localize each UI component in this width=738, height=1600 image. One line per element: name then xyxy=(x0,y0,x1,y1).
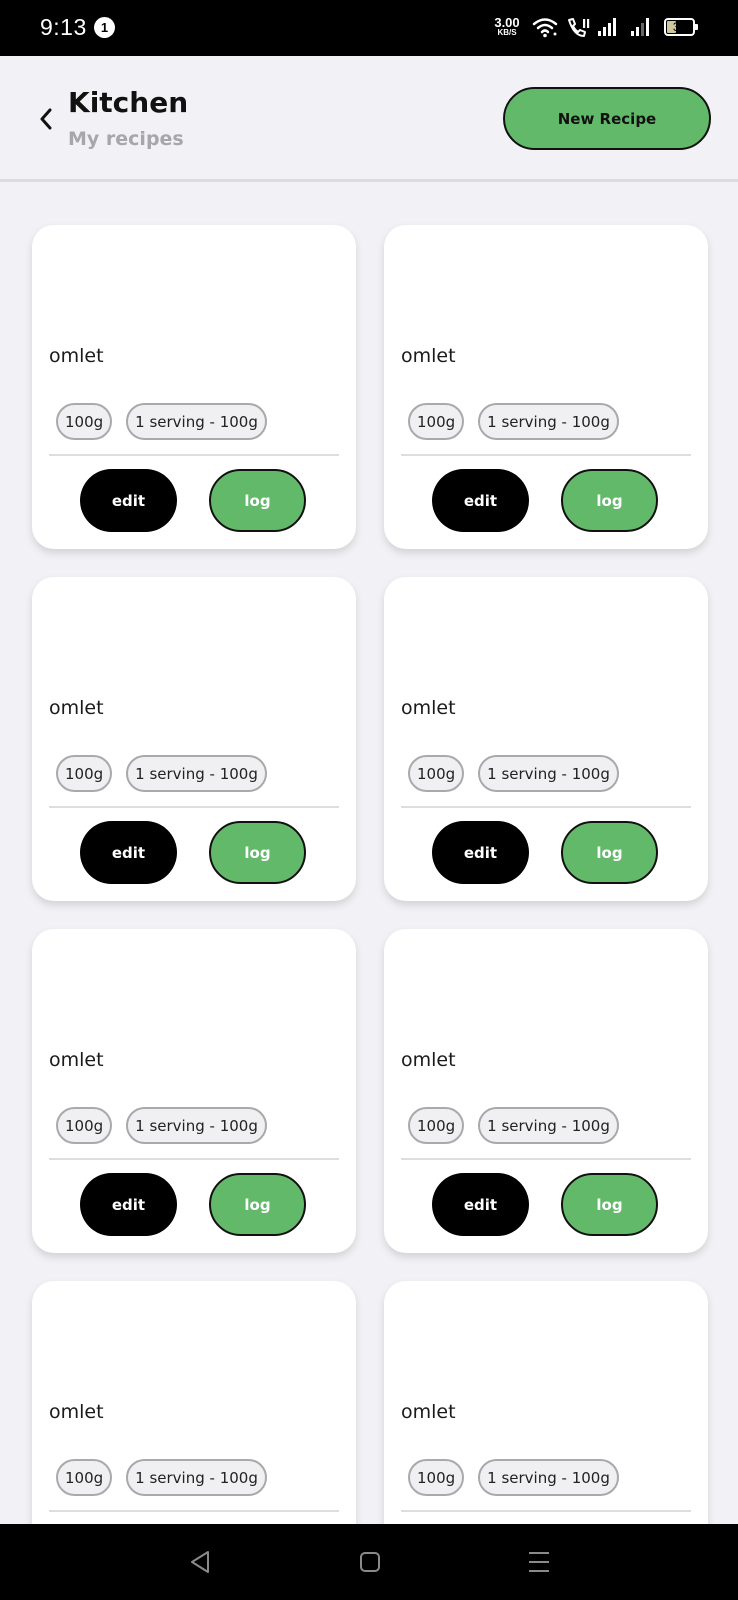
card-divider xyxy=(401,1158,691,1160)
new-recipe-button[interactable]: New Recipe xyxy=(503,87,711,150)
system-nav-bar xyxy=(0,1524,738,1600)
recipe-card[interactable]: omlet 100g 1 serving - 100g edit log xyxy=(384,225,708,549)
recipe-name: omlet xyxy=(401,1049,456,1071)
network-speed: 3.00 KB/S xyxy=(492,16,522,37)
back-button[interactable] xyxy=(34,104,58,134)
recipe-name: omlet xyxy=(401,345,456,367)
card-divider xyxy=(49,1510,339,1512)
log-button[interactable]: log xyxy=(209,1173,306,1236)
status-bar: 9:13 1 3.00 KB/S 30 xyxy=(0,0,738,56)
square-home-icon[interactable] xyxy=(358,1549,382,1575)
signal-icon xyxy=(631,18,649,36)
card-divider xyxy=(401,1510,691,1512)
network-speed-unit: KB/S xyxy=(497,28,517,37)
recipe-name: omlet xyxy=(49,1049,104,1071)
serving-chip: 1 serving - 100g xyxy=(126,1107,267,1144)
menu-lines-icon[interactable] xyxy=(526,1549,552,1575)
serving-chip: 1 serving - 100g xyxy=(126,403,267,440)
card-divider xyxy=(401,806,691,808)
edit-button[interactable]: edit xyxy=(80,469,177,532)
weight-chip: 100g xyxy=(56,403,113,440)
triangle-back-icon[interactable] xyxy=(188,1549,212,1575)
recipe-card[interactable]: omlet 100g 1 serving - 100g edit log xyxy=(384,577,708,901)
chevron-left-icon xyxy=(40,108,52,130)
serving-chip: 1 serving - 100g xyxy=(478,755,619,792)
log-button[interactable]: log xyxy=(561,821,658,884)
edit-button[interactable]: edit xyxy=(80,1173,177,1236)
weight-chip: 100g xyxy=(408,755,465,792)
serving-chip: 1 serving - 100g xyxy=(478,1107,619,1144)
recipe-chips: 100g 1 serving - 100g xyxy=(408,403,619,440)
recipe-chips: 100g 1 serving - 100g xyxy=(408,755,619,792)
recipe-name: omlet xyxy=(49,345,104,367)
log-button[interactable]: log xyxy=(209,469,306,532)
weight-chip: 100g xyxy=(408,1459,465,1496)
page-header: Kitchen My recipes New Recipe xyxy=(0,56,738,182)
recipe-chips: 100g 1 serving - 100g xyxy=(408,1459,619,1496)
edit-button[interactable]: edit xyxy=(432,1173,529,1236)
notification-badge: 1 xyxy=(94,17,115,38)
recipe-grid: omlet 100g 1 serving - 100g edit log oml… xyxy=(32,225,708,1600)
weight-chip: 100g xyxy=(408,1107,465,1144)
recipe-chips: 100g 1 serving - 100g xyxy=(56,755,267,792)
wifi-icon xyxy=(532,18,558,38)
recipe-card[interactable]: omlet 100g 1 serving - 100g edit log xyxy=(32,577,356,901)
card-divider xyxy=(49,1158,339,1160)
card-divider xyxy=(49,806,339,808)
weight-chip: 100g xyxy=(56,1107,113,1144)
log-button[interactable]: log xyxy=(561,469,658,532)
weight-chip: 100g xyxy=(56,755,113,792)
weight-chip: 100g xyxy=(56,1459,113,1496)
status-time: 9:13 xyxy=(40,14,87,40)
serving-chip: 1 serving - 100g xyxy=(478,403,619,440)
serving-chip: 1 serving - 100g xyxy=(126,1459,267,1496)
edit-button[interactable]: edit xyxy=(432,469,529,532)
recipe-chips: 100g 1 serving - 100g xyxy=(56,1459,267,1496)
log-button[interactable]: log xyxy=(209,821,306,884)
card-divider xyxy=(49,454,339,456)
recipe-card[interactable]: omlet 100g 1 serving - 100g edit log xyxy=(384,929,708,1253)
card-divider xyxy=(401,454,691,456)
recipe-chips: 100g 1 serving - 100g xyxy=(408,1107,619,1144)
serving-chip: 1 serving - 100g xyxy=(478,1459,619,1496)
recipe-card[interactable]: omlet 100g 1 serving - 100g edit log xyxy=(32,929,356,1253)
weight-chip: 100g xyxy=(408,403,465,440)
recipe-name: omlet xyxy=(49,697,104,719)
log-button[interactable]: log xyxy=(561,1173,658,1236)
recipe-chips: 100g 1 serving - 100g xyxy=(56,403,267,440)
wifi-calling-icon xyxy=(568,18,590,37)
recipe-name: omlet xyxy=(401,697,456,719)
battery-level: 30 xyxy=(672,20,687,34)
recipe-name: omlet xyxy=(49,1401,104,1423)
battery-icon: 30 xyxy=(664,18,698,36)
page-subtitle: My recipes xyxy=(68,128,184,150)
recipe-card[interactable]: omlet 100g 1 serving - 100g edit log xyxy=(32,225,356,549)
recipe-name: omlet xyxy=(401,1401,456,1423)
edit-button[interactable]: edit xyxy=(80,821,177,884)
recipe-chips: 100g 1 serving - 100g xyxy=(56,1107,267,1144)
serving-chip: 1 serving - 100g xyxy=(126,755,267,792)
signal-icon xyxy=(598,18,616,36)
edit-button[interactable]: edit xyxy=(432,821,529,884)
page-title: Kitchen xyxy=(68,86,189,119)
